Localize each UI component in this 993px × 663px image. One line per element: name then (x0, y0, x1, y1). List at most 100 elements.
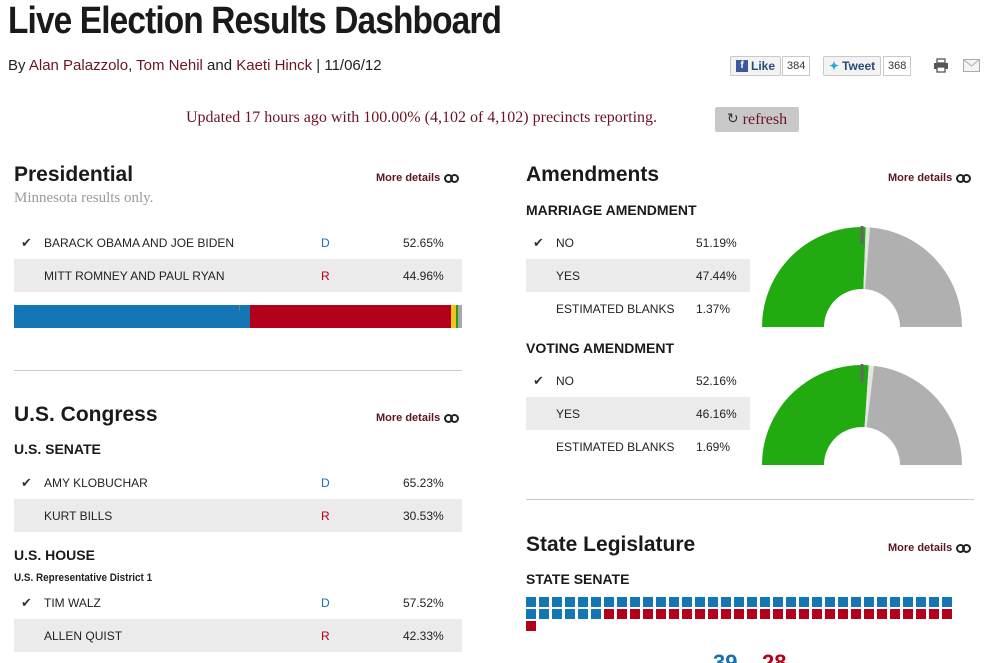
result-row: ESTIMATED BLANKS 1.37% (526, 292, 750, 325)
dem-seat (695, 597, 705, 607)
email-icon[interactable] (963, 59, 980, 77)
vote-percent: 46.16% (696, 406, 737, 421)
result-row: ✔ NO 52.16% (526, 364, 750, 397)
vote-percent: 42.33% (403, 628, 444, 643)
rep-seat (630, 609, 640, 619)
dem-seat (643, 597, 653, 607)
rep-seat (604, 609, 614, 619)
dem-seat (526, 597, 536, 607)
option-name: ESTIMATED BLANKS (556, 301, 675, 316)
option-name: YES (556, 406, 581, 421)
option-name: NO (556, 373, 574, 388)
winner-check-icon: ✔ (533, 372, 544, 388)
more-details-label: More details (888, 542, 953, 554)
byline-prefix: By (8, 57, 26, 74)
rep-seat (721, 609, 731, 619)
candidate-name: TIM WALZ (44, 595, 101, 610)
dem-seat (929, 597, 939, 607)
result-row: ✔ AMY KLOBUCHAR D 65.23% (14, 466, 462, 499)
facebook-like-button[interactable]: f Like (730, 56, 782, 76)
refresh-button[interactable]: ↻ refresh (715, 107, 799, 132)
rep-bar-segment (249, 305, 452, 328)
legislature-more-details-link[interactable]: More details (888, 542, 972, 554)
dem-seat (630, 597, 640, 607)
refresh-label: refresh (742, 110, 788, 128)
voting-amendment-gauge (762, 364, 962, 465)
print-icon[interactable] (933, 58, 949, 78)
presidential-heading: Presidential (14, 163, 134, 186)
amendments-more-details-link[interactable]: More details (888, 172, 972, 184)
state-legislature-heading: State Legislature (526, 533, 696, 556)
vote-percent: 52.65% (403, 235, 444, 250)
dem-seat (591, 609, 601, 619)
author-link-2[interactable]: Tom Nehil (136, 57, 203, 74)
option-name: ESTIMATED BLANKS (556, 439, 675, 454)
vote-percent: 30.53% (403, 508, 444, 523)
district-label: U.S. Representative District 1 (14, 572, 153, 584)
dem-seat (708, 597, 718, 607)
section-divider (526, 499, 974, 500)
result-row: ✔ TIM WALZ D 57.52% (14, 586, 462, 619)
winner-check-icon: ✔ (533, 234, 544, 250)
presidential-more-details-link[interactable]: More details (376, 172, 460, 184)
link-icon (956, 543, 972, 553)
dem-seat-count: 39 (713, 650, 738, 663)
congress-more-details-link[interactable]: More details (376, 412, 460, 424)
party-label: D (321, 235, 330, 250)
tweet-button[interactable]: ✦ Tweet (823, 56, 882, 76)
us-house-label: U.S. HOUSE (14, 547, 95, 563)
result-row: ESTIMATED BLANKS 1.69% (526, 430, 750, 463)
byline: By Alan Palazzolo, Tom Nehil and Kaeti H… (8, 57, 382, 74)
byline-date: | 11/06/12 (316, 57, 382, 74)
gauge-no-segment (762, 365, 869, 465)
dem-seat (656, 597, 666, 607)
vote-percent: 52.16% (696, 373, 737, 388)
byline-and: and (207, 57, 233, 74)
byline-comma: , (128, 57, 133, 74)
senate-results: ✔ AMY KLOBUCHAR D 65.23% KURT BILLS R 30… (14, 466, 462, 532)
rep-seat (838, 609, 848, 619)
dem-seat (578, 609, 588, 619)
house-results: ✔ TIM WALZ D 57.52% ALLEN QUIST R 42.33% (14, 586, 462, 652)
more-details-label: More details (888, 172, 953, 184)
dem-seat (721, 597, 731, 607)
facebook-icon: f (736, 60, 748, 72)
candidate-name: MITT ROMNEY AND PAUL RYAN (44, 268, 225, 283)
voting-results: ✔ NO 52.16% YES 46.16% ESTIMATED BLANKS … (526, 364, 750, 463)
more-details-label: More details (376, 172, 441, 184)
author-link-1[interactable]: Alan Palazzolo (29, 57, 128, 74)
author-link-3[interactable]: Kaeti Hinck (236, 57, 312, 74)
vote-percent: 57.52% (403, 595, 444, 610)
dem-seat (825, 597, 835, 607)
result-row: KURT BILLS R 30.53% (14, 499, 462, 532)
dem-seat (890, 597, 900, 607)
rep-seat (903, 609, 913, 619)
gauge-yes-segment (865, 227, 962, 327)
dem-seat (864, 597, 874, 607)
winner-check-icon: ✔ (21, 594, 32, 610)
rep-seat (656, 609, 666, 619)
dem-seat (734, 597, 744, 607)
us-senate-label: U.S. SENATE (14, 441, 101, 457)
party-label: D (321, 595, 330, 610)
option-name: YES (556, 268, 581, 283)
dem-seat (786, 597, 796, 607)
result-row: ✔ BARACK OBAMA AND JOE BIDEN D 52.65% (14, 226, 462, 259)
marriage-amendment-label: MARRIAGE AMENDMENT (526, 202, 697, 218)
majority-marker (238, 305, 240, 311)
rep-seat (682, 609, 692, 619)
dem-seat (539, 597, 549, 607)
dem-seat (682, 597, 692, 607)
dem-seat (604, 597, 614, 607)
rep-seat (812, 609, 822, 619)
congress-heading: U.S. Congress (14, 403, 158, 426)
rep-seat (890, 609, 900, 619)
rep-seat (786, 609, 796, 619)
dem-seat (526, 609, 536, 619)
marriage-amendment-gauge (762, 226, 962, 327)
presidential-note: Minnesota results only. (14, 190, 154, 206)
marriage-results: ✔ NO 51.19% YES 47.44% ESTIMATED BLANKS … (526, 226, 750, 325)
dem-seat (578, 597, 588, 607)
rep-seat (942, 609, 952, 619)
rep-seat (708, 609, 718, 619)
